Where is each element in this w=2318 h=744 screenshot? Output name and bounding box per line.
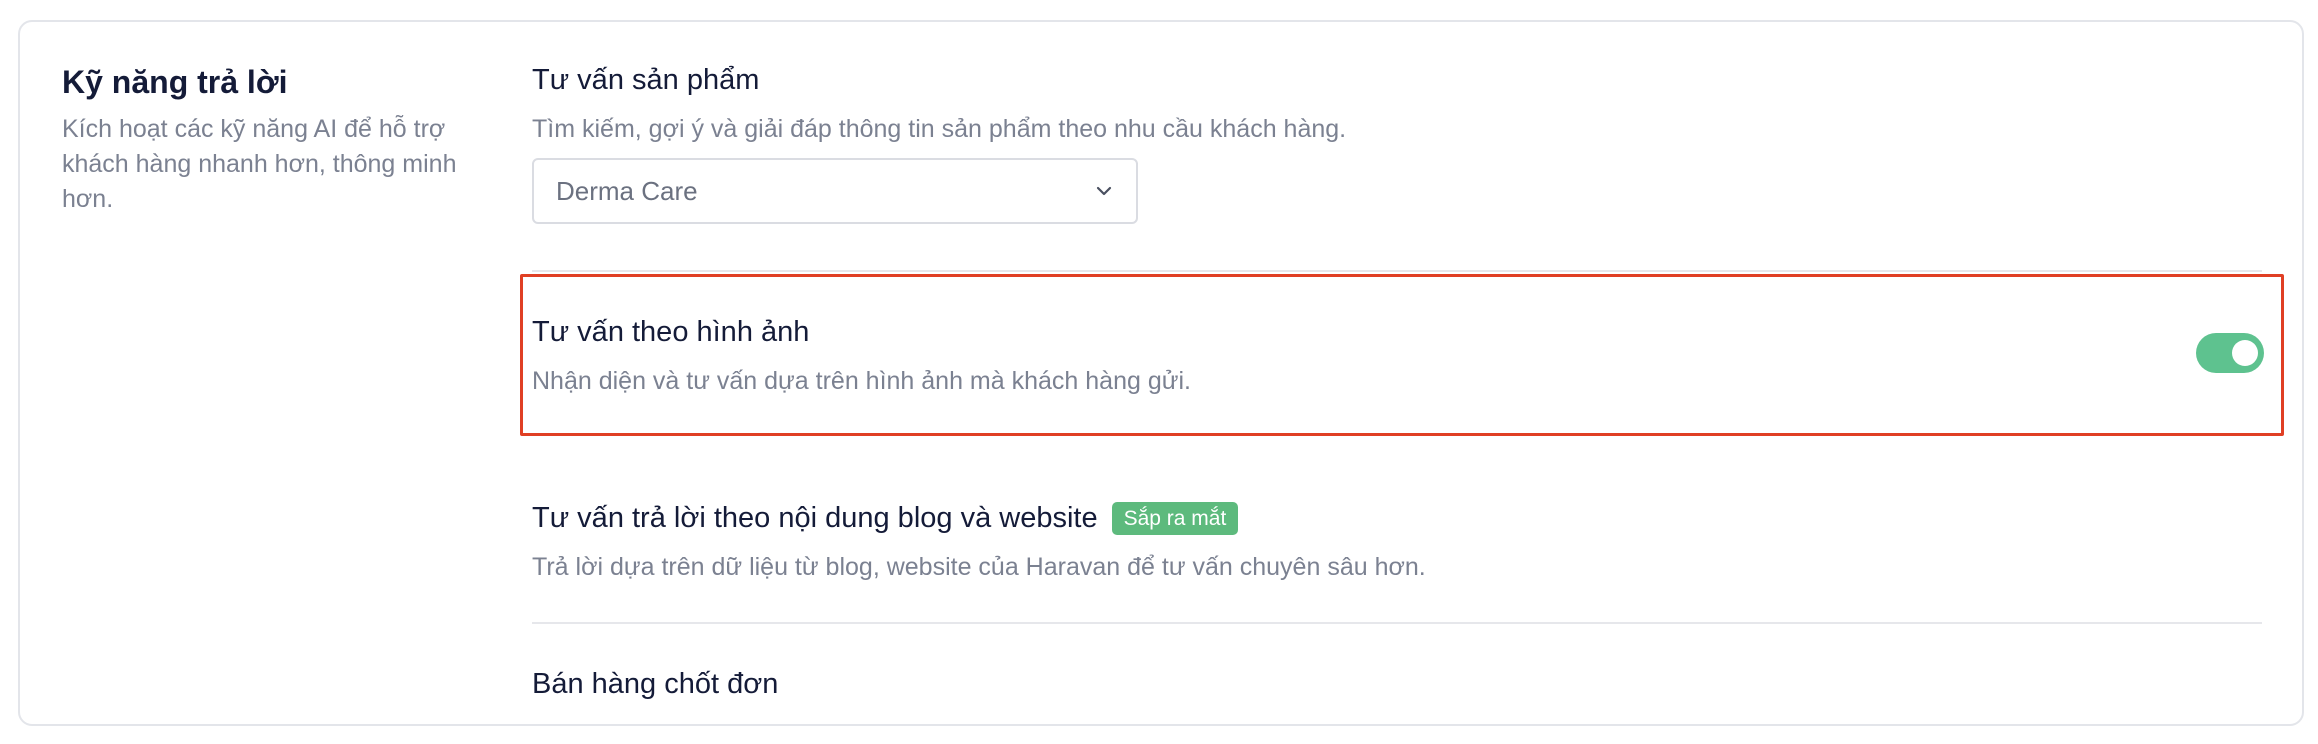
skill-description: Trả lời dựa trên dữ liệu từ blog, websit… — [532, 552, 1426, 581]
skill-description: Tìm kiếm, gợi ý và giải đáp thông tin sả… — [532, 114, 1347, 143]
skill-title: Tư vấn trả lời theo nội dung blog và web… — [532, 502, 1098, 534]
section-header: Kỹ năng trả lời Kích hoạt các kỹ năng AI… — [62, 62, 482, 217]
coming-soon-badge: Sắp ra mắt — [1111, 502, 1239, 536]
skills-list: Tư vấn sản phẩm Tìm kiếm, gợi ý và giải … — [520, 22, 2284, 724]
skill-title: Tư vấn theo hình ảnh — [532, 316, 810, 348]
skill-title-row: Tư vấn trả lời theo nội dung blog và web… — [532, 500, 2282, 538]
skill-title: Tư vấn sản phẩm — [532, 64, 760, 96]
select-value: Derma Care — [556, 175, 698, 206]
product-catalog-select[interactable]: Derma Care — [532, 158, 1138, 224]
chevron-down-icon — [1094, 181, 1114, 201]
divider — [532, 622, 2262, 624]
skill-blog-consult: Tư vấn trả lời theo nội dung blog và web… — [532, 500, 2282, 585]
skills-card: Kỹ năng trả lời Kích hoạt các kỹ năng AI… — [18, 20, 2304, 726]
divider — [532, 270, 2262, 272]
section-description: Kích hoạt các kỹ năng AI để hỗ trợ khách… — [62, 115, 457, 213]
toggle-knob — [2232, 340, 2258, 366]
skill-order-closing: Bán hàng chốt đơn — [532, 666, 2282, 704]
skill-title: Bán hàng chốt đơn — [532, 668, 779, 700]
skill-image-consult: Tư vấn theo hình ảnh Nhận diện và tư vấn… — [532, 314, 2282, 399]
section-title: Kỹ năng trả lời — [62, 64, 288, 100]
skill-product-consult: Tư vấn sản phẩm Tìm kiếm, gợi ý và giải … — [532, 62, 2282, 147]
image-consult-toggle[interactable] — [2196, 333, 2264, 373]
skill-description: Nhận diện và tư vấn dựa trên hình ảnh mà… — [532, 366, 1191, 395]
